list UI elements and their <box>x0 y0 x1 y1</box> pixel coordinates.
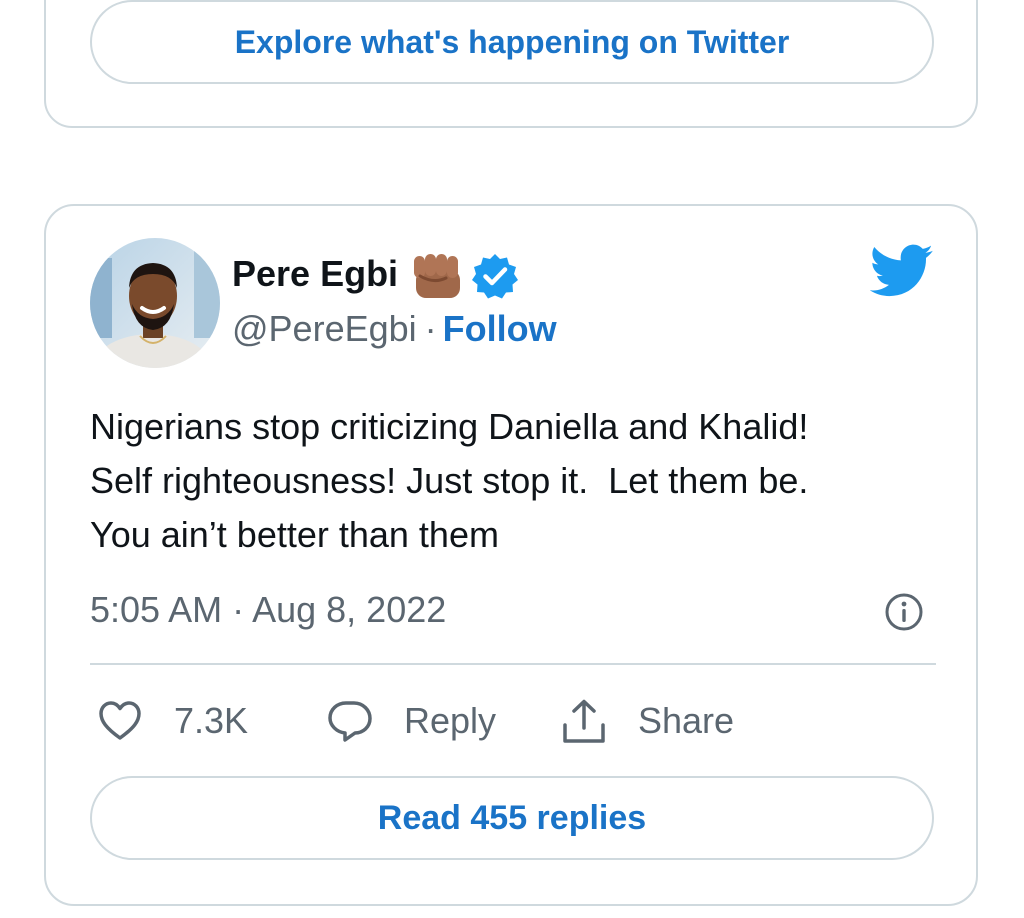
explore-twitter-button[interactable]: Explore what's happening on Twitter <box>90 0 934 84</box>
share-button[interactable]: Share <box>560 696 734 746</box>
author-handle[interactable]: @PereEgbi <box>232 308 417 349</box>
read-replies-button[interactable]: Read 455 replies <box>90 776 934 860</box>
share-label: Share <box>638 700 735 741</box>
reply-label: Reply <box>404 700 497 741</box>
tweet-timestamp[interactable]: 5:05 AM · Aug 8, 2022 <box>90 588 446 632</box>
tweet-text-line: Self righteousness! Just stop it. Let th… <box>90 460 809 501</box>
verified-icon <box>472 254 518 299</box>
tweet-text: Nigerians stop criticizing Daniella and … <box>90 400 940 562</box>
separator: · <box>424 308 437 349</box>
heart-icon <box>99 701 141 740</box>
share-icon <box>563 699 605 743</box>
divider <box>90 663 936 665</box>
author-name[interactable]: Pere Egbi <box>232 252 398 296</box>
follow-link[interactable]: Follow <box>443 308 557 349</box>
avatar[interactable] <box>90 238 220 368</box>
twitter-bird-icon[interactable] <box>870 244 934 298</box>
like-count: 7.3K <box>174 700 249 741</box>
author-handle-row: @PereEgbi · Follow <box>232 307 557 351</box>
tweet-text-line: Nigerians stop criticizing Daniella and … <box>90 406 809 447</box>
reply-button[interactable]: Reply <box>326 696 496 746</box>
like-button[interactable]: 7.3K <box>96 696 248 746</box>
tweet-text-line: You ain’t better than them <box>90 514 499 555</box>
info-icon[interactable] <box>884 592 924 632</box>
fist-emoji <box>414 254 460 298</box>
reply-icon <box>328 701 372 742</box>
